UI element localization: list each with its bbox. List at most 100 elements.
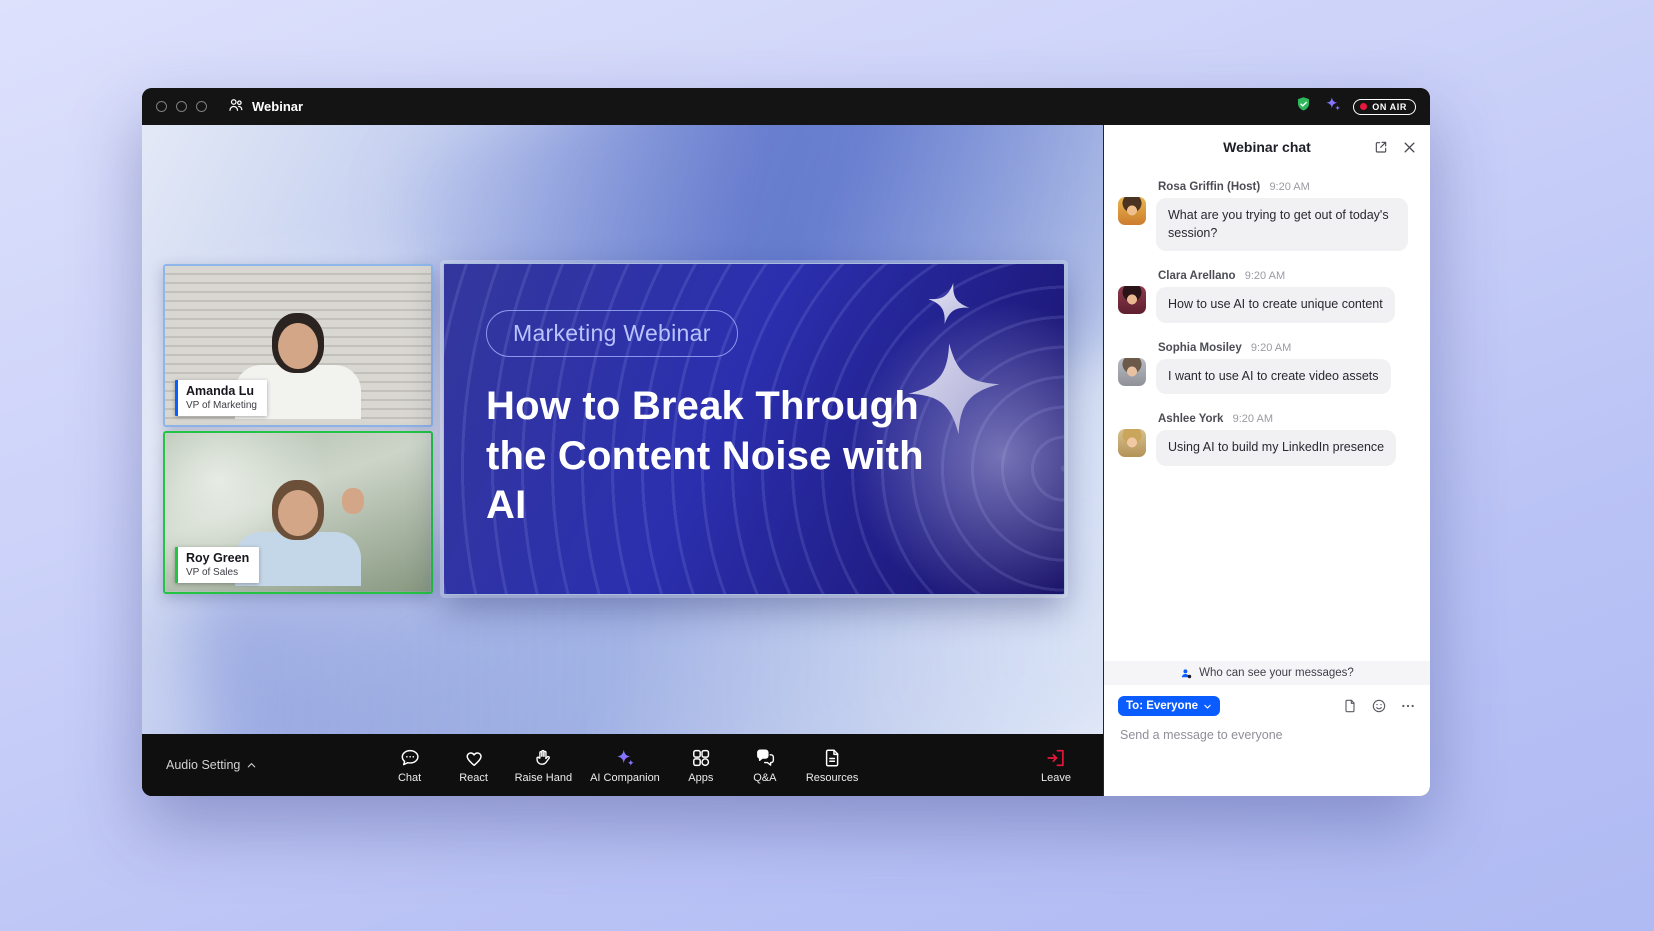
window-title: Webinar — [252, 99, 303, 114]
participant-name: Amanda Lu — [186, 384, 257, 400]
security-shield-icon[interactable] — [1294, 95, 1313, 119]
webinar-window: Webinar — [142, 88, 1430, 796]
message-bubble: I want to use AI to create video assets — [1156, 359, 1391, 395]
raise-hand-button[interactable]: Raise Hand — [515, 747, 572, 784]
react-button[interactable]: React — [451, 747, 497, 784]
webinar-icon — [227, 96, 245, 117]
composer-controls: To: Everyone — [1104, 696, 1430, 716]
chat-footer: Who can see your messages? To: Everyone — [1104, 661, 1430, 796]
qa-icon — [754, 747, 776, 769]
toolbar-button-label: React — [459, 772, 488, 784]
toolbar-button-label: Raise Hand — [515, 772, 572, 784]
toolbar-button-label: Chat — [398, 772, 421, 784]
window-body: Amanda Lu VP of Marketing Ro — [142, 125, 1430, 796]
message-author: Sophia Mosiley — [1158, 342, 1242, 354]
chat-message: Clara Arellano 9:20 AM How to use AI to … — [1118, 266, 1416, 323]
window-control-close-icon[interactable] — [156, 101, 167, 112]
participant-name: Roy Green — [186, 551, 249, 567]
audio-setting-button[interactable]: Audio Setting — [166, 758, 257, 772]
on-air-badge: ON AIR — [1353, 99, 1416, 115]
participant-role: VP of Sales — [186, 567, 249, 578]
message-author: Clara Arellano — [1158, 270, 1236, 282]
popout-icon[interactable] — [1373, 139, 1389, 155]
ai-companion-icon[interactable] — [1324, 95, 1342, 118]
titlebar-status-group: ON AIR — [1294, 95, 1416, 119]
message-bubble: Using AI to build my LinkedIn presence — [1156, 430, 1396, 466]
message-author: Rosa Griffin (Host) — [1158, 181, 1260, 193]
slide-title: How to Break Through the Content Noise w… — [486, 382, 968, 531]
apps-icon — [690, 747, 712, 769]
shared-presentation: Marketing Webinar How to Break Through t… — [443, 263, 1065, 595]
file-icon[interactable] — [1342, 698, 1358, 714]
composer-icon-group — [1342, 698, 1416, 714]
avatar — [1118, 358, 1146, 386]
ai-companion-icon — [614, 747, 636, 769]
chat-message: Ashlee York 9:20 AM Using AI to build my… — [1118, 409, 1416, 466]
video-tile-amanda[interactable]: Amanda Lu VP of Marketing — [163, 264, 433, 427]
privacy-note[interactable]: Who can see your messages? — [1104, 661, 1430, 685]
audio-chevron-icon — [246, 760, 257, 771]
ai-companion-button[interactable]: AI Companion — [590, 747, 660, 784]
leave-icon — [1045, 747, 1067, 769]
window-title-group: Webinar — [227, 96, 303, 117]
window-control-zoom-icon[interactable] — [196, 101, 207, 112]
avatar — [1118, 429, 1146, 457]
message-author: Ashlee York — [1158, 413, 1223, 425]
window-controls[interactable] — [156, 101, 207, 112]
privacy-people-icon — [1180, 667, 1193, 680]
slide-decor-star-icon — [915, 275, 981, 341]
apps-button[interactable]: Apps — [678, 747, 724, 784]
message-bubble: What are you trying to get out of today'… — [1156, 198, 1408, 251]
video-stage: Amanda Lu VP of Marketing Ro — [142, 125, 1103, 734]
toolbar-button-label: Leave — [1041, 772, 1071, 784]
toolbar-button-label: Apps — [688, 772, 713, 784]
message-time: 9:20 AM — [1233, 413, 1273, 425]
message-bubble: How to use AI to create unique content — [1156, 287, 1395, 323]
participant-role: VP of Marketing — [186, 400, 257, 411]
toolbar-button-label: Resources — [806, 772, 859, 784]
message-time: 9:20 AM — [1251, 342, 1291, 354]
raise-hand-icon — [532, 747, 554, 769]
video-tile-roy[interactable]: Roy Green VP of Sales — [163, 431, 433, 594]
chat-message: Sophia Mosiley 9:20 AM I want to use AI … — [1118, 338, 1416, 395]
window-titlebar: Webinar — [142, 88, 1430, 125]
slide-badge: Marketing Webinar — [486, 310, 738, 357]
message-time: 9:20 AM — [1245, 270, 1285, 282]
chat-icon — [399, 747, 421, 769]
webinar-chat-panel: Webinar chat — [1103, 125, 1430, 796]
avatar — [1118, 286, 1146, 314]
window-control-minimize-icon[interactable] — [176, 101, 187, 112]
name-tag: Roy Green VP of Sales — [175, 547, 259, 583]
chat-message: Rosa Griffin (Host) 9:20 AM What are you… — [1118, 177, 1416, 251]
chat-header: Webinar chat — [1104, 125, 1430, 169]
chat-button[interactable]: Chat — [387, 747, 433, 784]
resources-button[interactable]: Resources — [806, 747, 859, 784]
more-icon[interactable] — [1400, 698, 1416, 714]
chat-message-input[interactable] — [1120, 728, 1414, 742]
chat-title: Webinar chat — [1223, 139, 1311, 155]
react-icon — [463, 747, 485, 769]
privacy-note-text: Who can see your messages? — [1199, 667, 1354, 679]
meeting-toolbar: Audio Setting Chat — [142, 734, 1103, 796]
chat-header-actions — [1373, 139, 1417, 155]
on-air-label: ON AIR — [1372, 102, 1407, 112]
to-everyone-selector[interactable]: To: Everyone — [1118, 696, 1220, 716]
desktop-background: Webinar — [0, 0, 1654, 931]
emoji-icon[interactable] — [1371, 698, 1387, 714]
to-selector-label: To: Everyone — [1126, 700, 1198, 712]
audio-setting-label: Audio Setting — [166, 758, 240, 772]
close-icon[interactable] — [1402, 140, 1417, 155]
resources-icon — [821, 747, 843, 769]
qa-button[interactable]: Q&A — [742, 747, 788, 784]
toolbar-center-group: Chat React — [387, 747, 859, 784]
message-time: 9:20 AM — [1269, 181, 1309, 193]
leave-button[interactable]: Leave — [1033, 747, 1079, 784]
main-area: Amanda Lu VP of Marketing Ro — [142, 125, 1103, 796]
chat-message-list: Rosa Griffin (Host) 9:20 AM What are you… — [1104, 169, 1430, 661]
to-chevron-icon — [1203, 702, 1212, 711]
avatar — [1118, 197, 1146, 225]
on-air-dot — [1360, 103, 1367, 110]
name-tag: Amanda Lu VP of Marketing — [175, 380, 267, 416]
toolbar-button-label: Q&A — [753, 772, 776, 784]
toolbar-button-label: AI Companion — [590, 772, 660, 784]
